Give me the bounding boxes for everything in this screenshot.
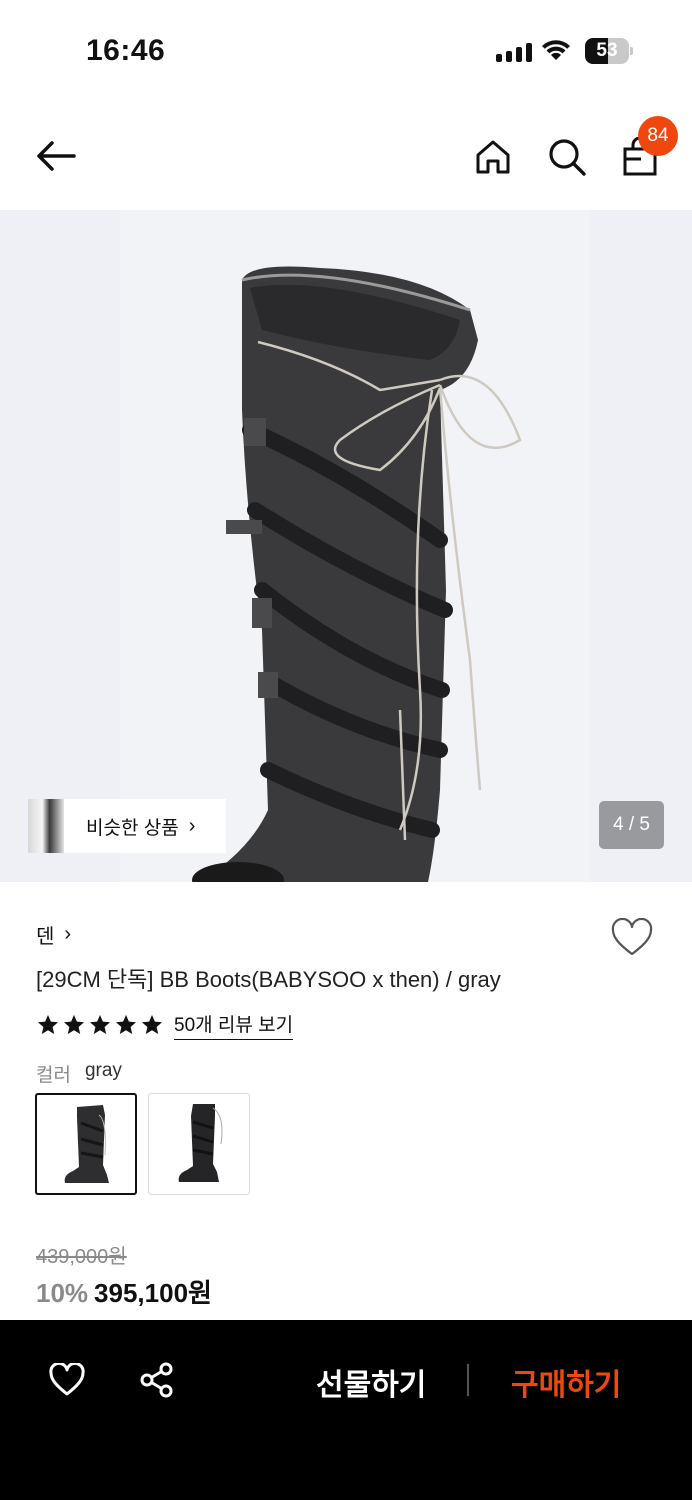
color-value: gray xyxy=(84,1060,122,1081)
star-icon xyxy=(142,1015,162,1034)
product-image xyxy=(120,210,590,882)
divider xyxy=(467,1364,469,1396)
wishlist-heart-icon[interactable] xyxy=(48,1363,86,1397)
original-price: 439,000원 xyxy=(36,1246,127,1268)
buy-button[interactable]: 구매하기 xyxy=(511,1360,621,1404)
swatch-boot-image xyxy=(64,1105,109,1183)
image-page-counter: 4 / 5 xyxy=(599,801,664,849)
top-navigation: 84 xyxy=(0,110,692,205)
share-icon[interactable] xyxy=(138,1361,176,1399)
star-icon xyxy=(116,1015,136,1034)
brand-name: 덴 xyxy=(36,926,55,948)
bottom-action-bar: 선물하기 구매하기 xyxy=(0,1320,692,1500)
similar-products-chip[interactable]: 비슷한 상품 › xyxy=(28,799,226,853)
battery-icon: 53 xyxy=(585,38,633,64)
star-icon xyxy=(38,1015,58,1034)
wifi-icon xyxy=(542,40,570,60)
heart-outline-icon[interactable] xyxy=(610,918,654,958)
home-icon[interactable] xyxy=(474,138,512,176)
color-swatch[interactable] xyxy=(148,1093,250,1195)
product-title: [29CM 단독] BB Boots(BABYSOO x then) / gra… xyxy=(36,967,501,992)
chevron-right-icon: › xyxy=(64,923,72,945)
discount-rate: 10% xyxy=(36,1278,89,1308)
brand-link[interactable]: 덴 › xyxy=(36,920,71,949)
color-option-row: 컬러 gray xyxy=(36,1060,122,1087)
gift-button[interactable]: 선물하기 xyxy=(316,1360,426,1404)
color-swatch-selected[interactable] xyxy=(35,1093,137,1195)
similar-product-thumbnail xyxy=(28,799,64,853)
status-time: 16:46 xyxy=(86,34,166,67)
star-icon xyxy=(90,1015,110,1034)
review-link[interactable]: 50개 리뷰 보기 xyxy=(174,1010,294,1040)
rating-row: 50개 리뷰 보기 xyxy=(36,1010,294,1040)
search-icon[interactable] xyxy=(547,137,587,177)
battery-level: 53 xyxy=(596,40,618,61)
chevron-right-icon: › xyxy=(188,814,196,837)
cart-count-badge: 84 xyxy=(638,116,678,156)
signal-icon xyxy=(496,42,532,62)
price-row: 10% 395,100원 xyxy=(36,1273,212,1310)
color-label: 컬러 xyxy=(36,1065,71,1086)
status-bar: 16:46 53 xyxy=(0,0,692,100)
star-icon xyxy=(64,1015,84,1034)
product-image-gallery[interactable]: 비슷한 상품 › 4 / 5 xyxy=(0,210,692,882)
swatch-boot-image-alt xyxy=(178,1104,223,1182)
rating-stars xyxy=(36,1013,164,1037)
sale-price: 395,100원 xyxy=(94,1278,212,1308)
similar-products-label: 비슷한 상품 xyxy=(86,817,179,839)
back-arrow-icon[interactable] xyxy=(34,136,78,176)
